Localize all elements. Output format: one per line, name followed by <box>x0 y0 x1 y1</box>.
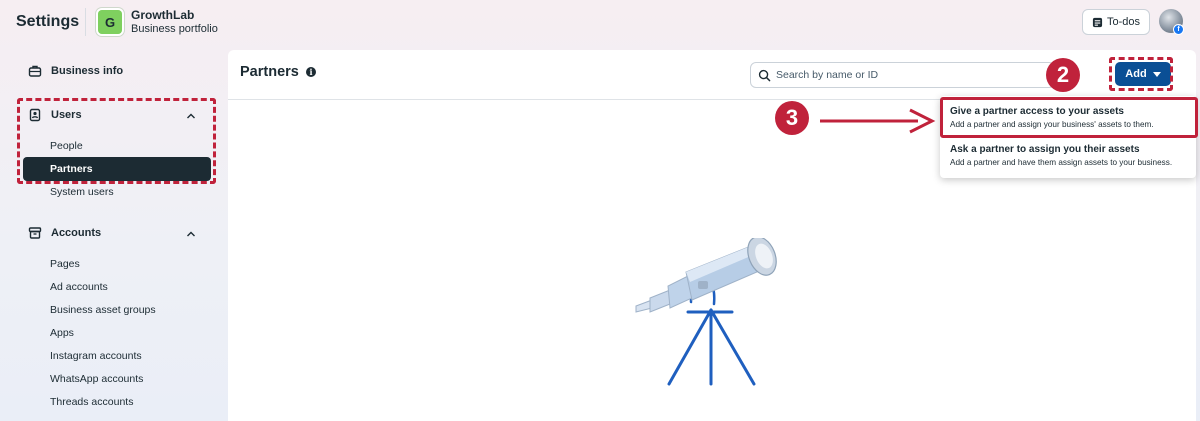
archive-box-icon <box>28 227 42 239</box>
briefcase-icon <box>28 65 42 77</box>
sidebar-item-pages[interactable]: Pages <box>50 258 80 270</box>
annotation-highlight-add <box>1109 57 1173 91</box>
facebook-badge-icon: f <box>1173 24 1184 35</box>
sidebar-section-label: Accounts <box>51 227 102 239</box>
sidebar-item-apps[interactable]: Apps <box>50 327 74 339</box>
sidebar-item-whatsapp-accounts[interactable]: WhatsApp accounts <box>50 373 143 385</box>
search-box[interactable] <box>750 62 1055 88</box>
sidebar-item-ad-accounts[interactable]: Ad accounts <box>50 281 108 293</box>
step-badge-2: 2 <box>1046 58 1080 92</box>
divider <box>85 8 86 36</box>
telescope-illustration <box>635 238 777 386</box>
search-input[interactable] <box>776 66 1046 84</box>
app-title: Settings <box>16 13 80 30</box>
annotation-highlight-users <box>17 98 216 184</box>
portfolio-initial: G <box>98 10 122 34</box>
sidebar-item-business-asset-groups[interactable]: Business asset groups <box>50 304 156 316</box>
sidebar-item-system-users[interactable]: System users <box>50 186 114 198</box>
top-bar: Settings G GrowthLab Business portfolio … <box>0 0 1200 46</box>
portfolio-name[interactable]: GrowthLab <box>131 8 194 22</box>
todo-list-icon <box>1092 17 1103 27</box>
todos-button[interactable]: To-dos <box>1082 9 1150 35</box>
page-title: Partners <box>240 64 299 80</box>
todos-label: To-dos <box>1106 16 1141 28</box>
portfolio-subtitle: Business portfolio <box>131 23 218 35</box>
sidebar-item-label: Business info <box>51 65 124 77</box>
sidebar-item-business-info[interactable]: Business info <box>28 64 123 78</box>
portfolio-avatar[interactable]: G <box>96 8 124 36</box>
info-icon[interactable]: i <box>306 67 316 77</box>
menu-item-ask-partner-assign[interactable]: Ask a partner to assign you their assets… <box>940 144 1196 167</box>
annotation-highlight-menu-item <box>940 97 1198 138</box>
sidebar-item-instagram-accounts[interactable]: Instagram accounts <box>50 350 142 362</box>
chevron-up-icon[interactable] <box>185 228 197 240</box>
menu-item-title: Ask a partner to assign you their assets <box>950 144 1140 155</box>
search-icon <box>758 69 771 82</box>
menu-item-description: Add a partner and have them assign asset… <box>950 158 1173 167</box>
sidebar-item-threads-accounts[interactable]: Threads accounts <box>50 396 133 408</box>
sidebar-section-accounts[interactable]: Accounts <box>28 226 101 240</box>
arrow-pointer-icon <box>820 108 936 134</box>
step-badge-3: 3 <box>775 101 809 135</box>
